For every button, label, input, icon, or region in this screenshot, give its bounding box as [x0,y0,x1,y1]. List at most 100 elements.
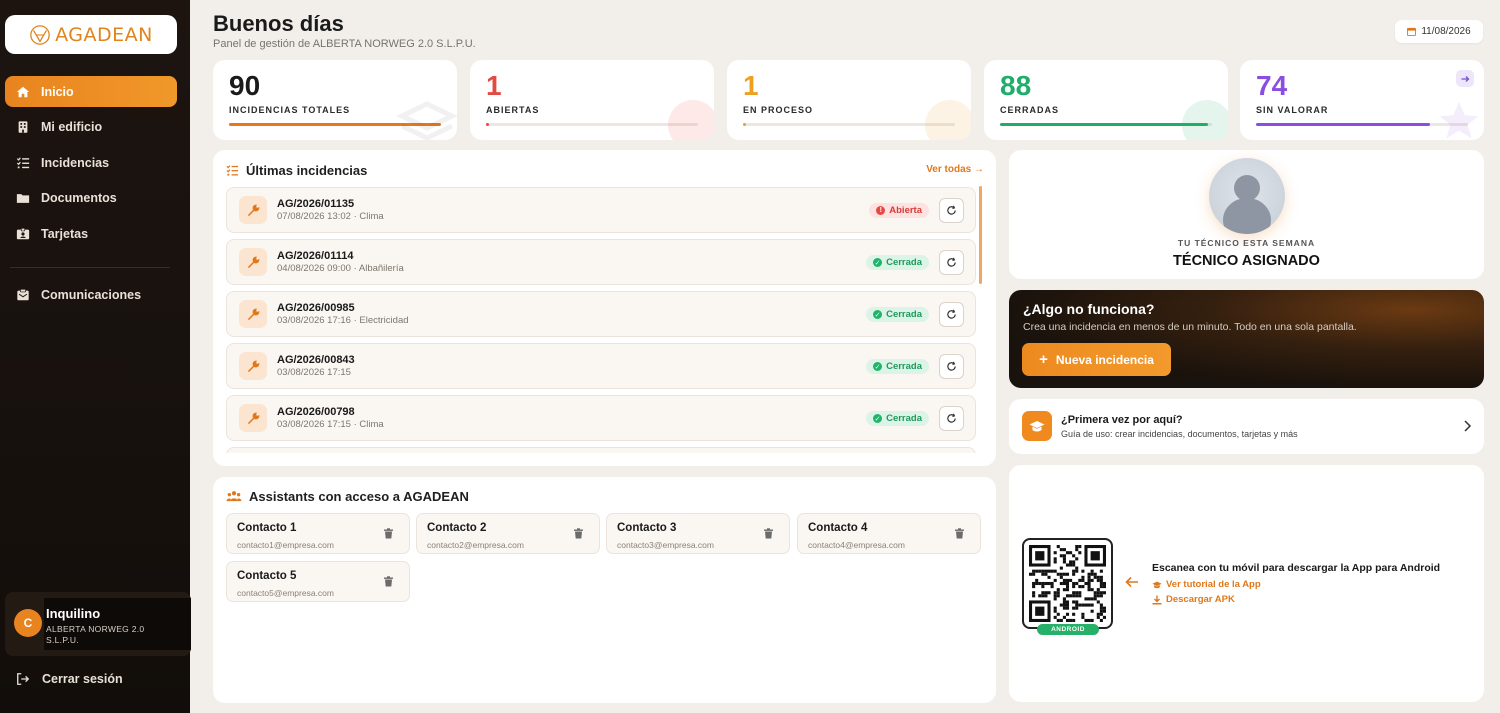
incident-code: AG/2026/00843 [277,354,355,366]
download-apk-link[interactable]: Descargar APK [1152,594,1235,605]
star-icon [1439,101,1479,139]
trash-icon[interactable] [383,528,394,539]
qr-code[interactable] [1022,538,1113,629]
sidebar-item-inicio[interactable]: Inicio [5,76,177,107]
clock-icon [925,100,971,140]
date-chip: 11/08/2026 [1395,20,1483,43]
sidebar-nav: Inicio Mi edificio Incidencias Documento… [5,76,177,254]
qr-code-icon [1029,545,1106,622]
contact-name: Contacto 3 [617,522,677,534]
contact-email: contacto4@empresa.com [808,540,905,550]
sidebar-item-label: Documentos [41,191,117,205]
sidebar-item-incidencias[interactable]: Incidencias [5,147,177,178]
stat-progress-fill [1000,123,1208,126]
new-incident-button[interactable]: + Nueva incidencia [1022,343,1171,376]
sidebar-item-tarjetas[interactable]: Tarjetas [5,218,177,249]
contact-card[interactable]: Contacto 1 contacto1@empresa.com [226,513,410,554]
stat-card-closed[interactable]: 88 CERRADAS [984,60,1228,140]
see-all-link[interactable]: Ver todas → [926,164,984,175]
incidents-scrollbar[interactable] [979,186,982,284]
incidents-title: Últimas incidencias [226,163,367,178]
sidebar-item-label: Inicio [41,84,74,99]
see-all-text: Ver todas [926,164,972,175]
calendar-icon [1407,27,1417,36]
check-icon: ✓ [873,258,883,267]
list-icon [16,156,30,168]
sidebar-item-comunicaciones[interactable]: Comunicaciones [5,279,177,310]
contact-card[interactable]: Contacto 5 contacto5@empresa.com [226,561,410,602]
list-check-icon [226,165,239,176]
user-role: Inquilino [46,606,101,621]
chevron-right-icon [1464,420,1472,432]
contact-email: contacto1@empresa.com [237,540,334,550]
incident-row[interactable]: AG/2026/00985 03/08/2026 17:16 · Electri… [226,291,976,337]
wrench-icon [239,196,267,224]
refresh-button[interactable] [939,198,964,223]
trash-icon[interactable] [954,528,965,539]
brand-logo[interactable]: AGADEAN [5,15,177,54]
logout-label: Cerrar sesión [42,672,123,686]
refresh-icon [947,413,956,423]
incident-row[interactable]: AG/2026/00798 03/08/2026 17:15 · Clima ✓… [226,395,976,441]
technician-name: TÉCNICO ASIGNADO [1173,253,1320,269]
assistants-title-text: Assistants con acceso a AGADEAN [249,489,469,504]
trash-icon[interactable] [573,528,584,539]
logout-icon [17,673,30,685]
incident-row[interactable]: AG/2026/00843 03/08/2026 17:15 ✓ Cerrada [226,343,976,389]
incident-code: AG/2026/01135 [277,198,355,210]
incident-meta: 03/08/2026 17:16 · Electricidad [277,315,409,326]
download-icon [1152,595,1162,604]
go-to-unrated-button[interactable] [1456,70,1474,87]
stat-card-in-progress[interactable]: 1 EN PROCESO [727,60,971,140]
incident-code: AG/2026/00798 [277,406,355,418]
guide-subtitle: Guía de uso: crear incidencias, document… [1061,429,1298,439]
trash-icon[interactable] [383,576,394,587]
status-badge: ✓ Cerrada [866,255,929,270]
user-guide-card[interactable]: ¿Primera vez por aquí? Guía de uso: crea… [1009,399,1484,454]
incidents-list[interactable]: AG/2026/01135 07/08/2026 13:02 · Clima !… [226,187,976,453]
folder-icon [16,194,30,203]
stat-card-open[interactable]: 1 ABIERTAS [470,60,714,140]
incident-row-partial[interactable] [226,447,976,453]
building-icon [18,121,28,133]
trash-icon[interactable] [763,528,774,539]
stat-card-unrated[interactable]: 74 SIN VALORAR [1240,60,1484,140]
contact-card[interactable]: Contacto 4 contacto4@empresa.com [797,513,981,554]
refresh-icon [947,205,956,215]
sidebar-item-mi-edificio[interactable]: Mi edificio [5,112,177,143]
user-card[interactable]: C Inquilino ALBERTA NORWEG 2.0 S.L.P.U. [5,592,191,656]
refresh-icon [947,257,956,267]
current-date: 11/08/2026 [1421,26,1471,37]
sidebar-item-documentos[interactable]: Documentos [5,183,177,214]
stat-progress-track [486,123,698,126]
status-text: Cerrada [886,361,922,372]
app-tutorial-link[interactable]: Ver tutorial de la App [1152,579,1261,590]
user-org: ALBERTA NORWEG 2.0 S.L.P.U. [46,624,145,645]
refresh-button[interactable] [939,250,964,275]
stat-card-total[interactable]: 90 INCIDENCIAS TOTALES [213,60,457,140]
stat-progress-track [743,123,955,126]
graduation-cap-icon [1022,411,1052,441]
logo-mark-icon [30,24,50,45]
contact-card[interactable]: Contacto 2 contacto2@empresa.com [416,513,600,554]
refresh-button[interactable] [939,354,964,379]
guide-title: ¿Primera vez por aquí? [1061,414,1183,426]
refresh-button[interactable] [939,406,964,431]
download-apk-text: Descargar APK [1166,594,1235,605]
stat-label: INCIDENCIAS TOTALES [229,105,351,115]
refresh-button[interactable] [939,302,964,327]
incident-row[interactable]: AG/2026/01135 07/08/2026 13:02 · Clima !… [226,187,976,233]
incident-meta: 07/08/2026 13:02 · Clima [277,211,384,222]
incident-row[interactable]: AG/2026/01114 04/08/2026 09:00 · Albañil… [226,239,976,285]
sidebar: AGADEAN Inicio Mi edificio Incidencias D… [0,0,191,713]
contact-name: Contacto 1 [237,522,297,534]
stat-value: 88 [1000,70,1032,101]
new-incident-promo: ¿Algo no funciona? Crea una incidencia e… [1009,290,1484,388]
stat-progress-track [1000,123,1212,126]
wrench-icon [239,404,267,432]
logout-button[interactable]: Cerrar sesión [16,672,123,686]
promo-title: ¿Algo no funciona? [1023,301,1155,317]
page-subtitle: Panel de gestión de ALBERTA NORWEG 2.0 S… [213,38,476,50]
contact-card[interactable]: Contacto 3 contacto3@empresa.com [606,513,790,554]
status-text: Abierta [889,205,922,216]
